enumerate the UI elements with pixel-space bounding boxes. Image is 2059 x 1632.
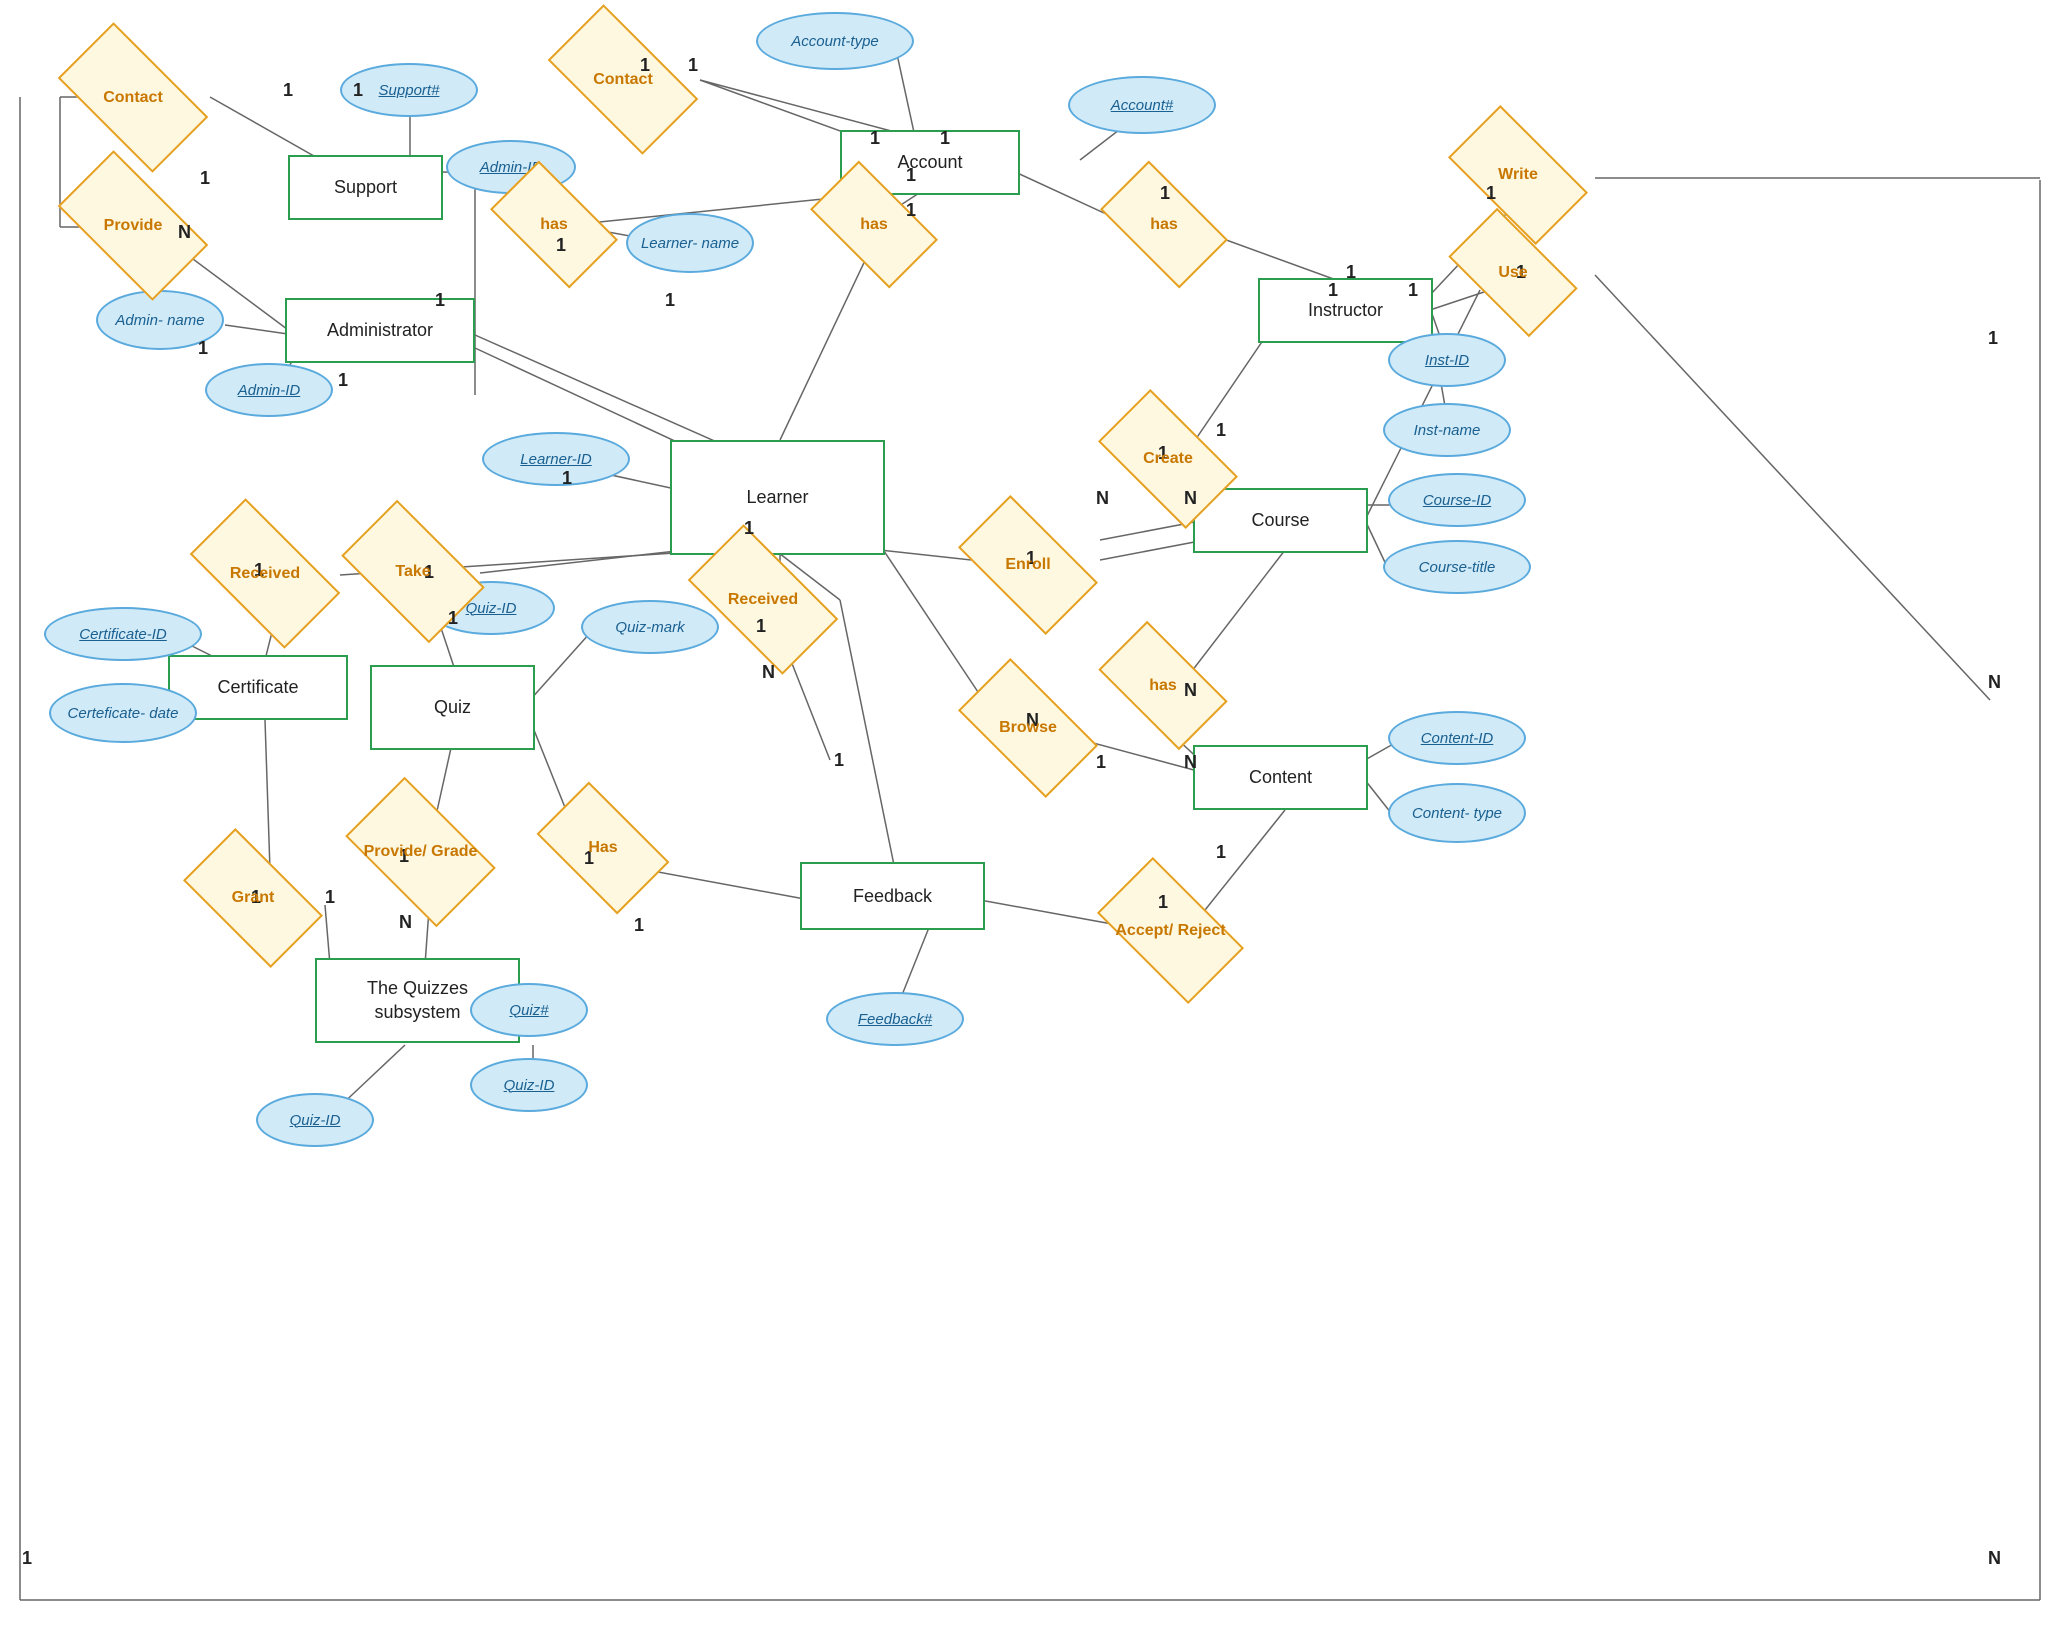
card-12: 1 [198, 338, 208, 359]
card-20: 1 [448, 608, 458, 629]
card-31: 1 [1486, 183, 1496, 204]
card-6: 1 [906, 200, 916, 221]
card-14: 1 [200, 168, 210, 189]
card-43: N [1184, 680, 1197, 701]
card-17: 1 [562, 468, 572, 489]
card-28: 1 [1216, 420, 1226, 441]
content-id-attr: Content-ID [1388, 711, 1526, 765]
grant-rel: Grant [193, 863, 313, 933]
card-45: 1 [1158, 892, 1168, 913]
quiz-id-sub-attr: Quiz-ID [470, 1058, 588, 1112]
feedback-entity: Feedback [800, 862, 985, 930]
card-42: 1 [1096, 752, 1106, 773]
card-23: N [762, 662, 775, 683]
card-47: N [1988, 1548, 2001, 1569]
quiz-num-attr: Quiz# [470, 983, 588, 1037]
card-26: N [1184, 488, 1197, 509]
card-4: 1 [940, 128, 950, 149]
inst-id-attr: Inst-ID [1388, 333, 1506, 387]
card-9: 1 [1160, 183, 1170, 204]
card-33: 1 [1346, 262, 1356, 283]
card-10: 1 [435, 290, 445, 311]
card-44: N [1184, 752, 1197, 773]
card-8: 1 [665, 290, 675, 311]
card-2: 1 [688, 55, 698, 76]
card-25: N [1096, 488, 1109, 509]
course-title-attr: Course-title [1383, 540, 1531, 594]
card-15: 1 [283, 80, 293, 101]
card-50: 1 [1988, 328, 1998, 349]
support-entity: Support [288, 155, 443, 220]
received1-rel: Received [200, 536, 330, 611]
learner-entity: Learner [670, 440, 885, 555]
card-3: 1 [870, 128, 880, 149]
enroll-rel: Enroll [968, 530, 1088, 600]
connection-lines [0, 0, 2059, 1632]
card-37: N [399, 912, 412, 933]
course-entity: Course [1193, 488, 1368, 553]
card-22: 1 [756, 616, 766, 637]
write-rel: Write [1458, 140, 1578, 210]
use-rel: Use [1458, 240, 1568, 305]
has4-rel: Has [548, 813, 658, 883]
card-29: 1 [1328, 280, 1338, 301]
card-39: 1 [634, 915, 644, 936]
create-rel: Create [1108, 424, 1228, 494]
er-diagram: Account Support Administrator Learner In… [0, 0, 2059, 1632]
quiz-entity: Quiz [370, 665, 535, 750]
card-13: N [178, 222, 198, 243]
learner-name-attr: Learner- name [626, 213, 754, 273]
contact1-rel: Contact [68, 60, 198, 135]
feedback-num-attr: Feedback# [826, 992, 964, 1046]
card-35: 1 [325, 887, 335, 908]
card-5: 1 [906, 165, 916, 186]
content-entity: Content [1193, 745, 1368, 810]
admin-id-attr: Admin-ID [205, 363, 333, 417]
course-id-attr: Course-ID [1388, 473, 1526, 527]
contact2-rel: Contact [558, 42, 688, 117]
cert-id-attr: Certificate-ID [44, 607, 202, 661]
card-11: 1 [338, 370, 348, 391]
account-type-attr: Account-type [756, 12, 914, 70]
cert-date-attr: Certeficate- date [49, 683, 197, 743]
card-21: 1 [744, 518, 754, 539]
take-rel: Take [353, 534, 473, 609]
quiz-id-bottom-attr: Quiz-ID [256, 1093, 374, 1147]
card-40: 1 [834, 750, 844, 771]
card-48: 1 [22, 1548, 32, 1569]
administrator-entity: Administrator [285, 298, 475, 363]
has5-rel: has [1108, 653, 1218, 718]
content-type-attr: Content- type [1388, 783, 1526, 843]
card-30: 1 [1408, 280, 1418, 301]
provide-grade-rel: Provide/ Grade [358, 812, 483, 892]
accept-reject-rel: Accept/ Reject [1108, 893, 1233, 968]
card-16: 1 [353, 80, 363, 101]
has1-rel: has [500, 192, 608, 257]
browse-rel: Browse [968, 693, 1088, 763]
inst-name-attr: Inst-name [1383, 403, 1511, 457]
instructor-entity: Instructor [1258, 278, 1433, 343]
card-46: 1 [1216, 842, 1226, 863]
card-49: N [1988, 672, 2001, 693]
card-7: 1 [556, 235, 566, 256]
learner-id-attr: Learner-ID [482, 432, 630, 486]
account-num-attr: Account# [1068, 76, 1216, 134]
